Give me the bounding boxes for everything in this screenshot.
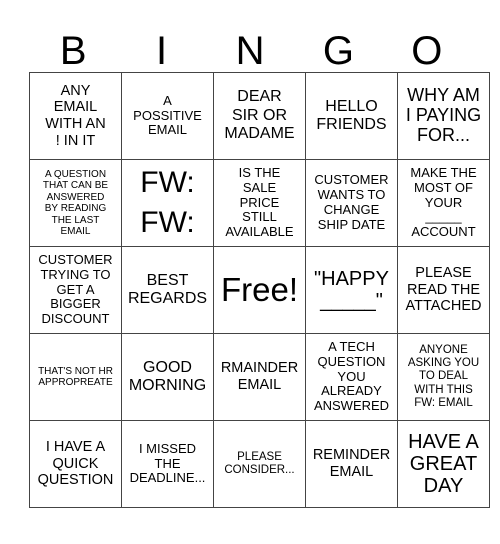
bingo-cell[interactable]: I HAVE A QUICK QUESTION: [29, 420, 122, 508]
header-letter-b: B: [59, 29, 87, 73]
bingo-cell[interactable]: PLEASE CONSIDER...: [213, 420, 306, 508]
bingo-cell[interactable]: REMINDER EMAIL: [305, 420, 398, 508]
bingo-cell[interactable]: ANYONE ASKING YOU TO DEAL WITH THIS FW: …: [397, 333, 490, 421]
bingo-board: ANY EMAIL WITH AN ! IN IT A POSSITIVE EM…: [29, 72, 490, 508]
bingo-header: B I N G O: [29, 28, 471, 73]
bingo-cell[interactable]: A POSSITIVE EMAIL: [121, 72, 214, 160]
bingo-cell[interactable]: A TECH QUESTION YOU ALREADY ANSWERED: [305, 333, 398, 421]
bingo-cell[interactable]: IS THE SALE PRICE STILL AVAILABLE: [213, 159, 306, 247]
header-letter-g: G: [322, 29, 354, 73]
bingo-cell[interactable]: FW: FW:: [121, 159, 214, 247]
bingo-cell[interactable]: CUSTOMER TRYING TO GET A BIGGER DISCOUNT: [29, 246, 122, 334]
board-row: I HAVE A QUICK QUESTION I MISSED THE DEA…: [29, 420, 490, 508]
header-letter-i: I: [156, 29, 168, 73]
bingo-cell[interactable]: THAT'S NOT HR APPROPREATE: [29, 333, 122, 421]
bingo-cell[interactable]: WHY AM I PAYING FOR...: [397, 72, 490, 160]
header-letter-o: O: [411, 29, 443, 73]
bingo-cell[interactable]: I MISSED THE DEADLINE...: [121, 420, 214, 508]
bingo-cell[interactable]: ANY EMAIL WITH AN ! IN IT: [29, 72, 122, 160]
header-letter-n: N: [235, 29, 265, 73]
bingo-cell[interactable]: BEST REGARDS: [121, 246, 214, 334]
bingo-cell[interactable]: DEAR SIR OR MADAME: [213, 72, 306, 160]
bingo-cell[interactable]: MAKE THE MOST OF YOUR _____ ACCOUNT: [397, 159, 490, 247]
bingo-cell[interactable]: HAVE A GREAT DAY: [397, 420, 490, 508]
bingo-cell[interactable]: GOOD MORNING: [121, 333, 214, 421]
board-row: THAT'S NOT HR APPROPREATE GOOD MORNING R…: [29, 333, 490, 421]
free-space[interactable]: Free!: [213, 246, 306, 334]
bingo-cell[interactable]: A QUESTION THAT CAN BE ANSWERED BY READI…: [29, 159, 122, 247]
bingo-cell[interactable]: PLEASE READ THE ATTACHED: [397, 246, 490, 334]
bingo-cell[interactable]: "HAPPY _____": [305, 246, 398, 334]
board-row: A QUESTION THAT CAN BE ANSWERED BY READI…: [29, 159, 490, 247]
board-row: ANY EMAIL WITH AN ! IN IT A POSSITIVE EM…: [29, 72, 490, 160]
board-row: CUSTOMER TRYING TO GET A BIGGER DISCOUNT…: [29, 246, 490, 334]
bingo-cell[interactable]: CUSTOMER WANTS TO CHANGE SHIP DATE: [305, 159, 398, 247]
bingo-cell[interactable]: RMAINDER EMAIL: [213, 333, 306, 421]
bingo-cell[interactable]: HELLO FRIENDS: [305, 72, 398, 160]
